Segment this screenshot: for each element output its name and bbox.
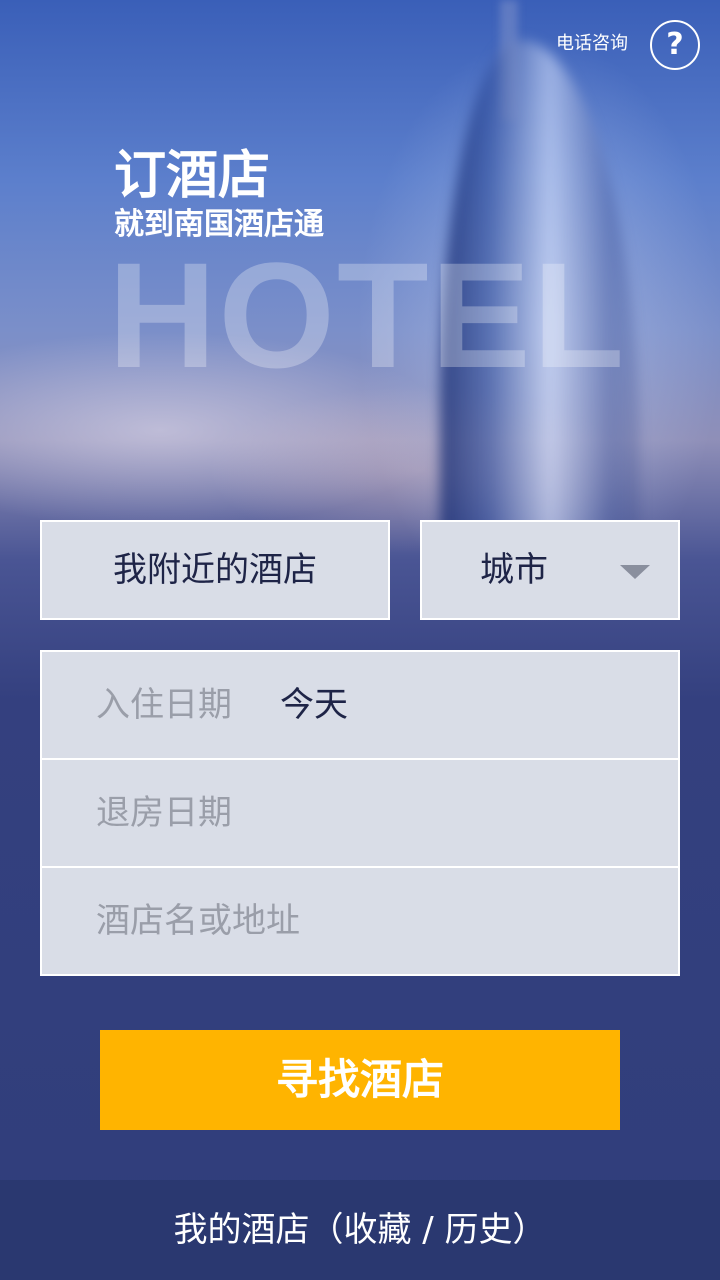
checkin-date-field[interactable]: 入住日期 今天 [42,652,678,760]
hotel-search-input[interactable]: 酒店名或地址 [42,868,678,974]
hotel-search-placeholder: 酒店名或地址 [96,901,300,941]
search-hotels-button[interactable]: 寻找酒店 [100,1030,620,1130]
checkout-label: 退房日期 [96,793,232,833]
hotel-watermark: HOTEL [108,231,627,399]
checkout-date-field[interactable]: 退房日期 [42,760,678,868]
city-select-label: 城市 [480,550,548,590]
slogan-main: 订酒店 [114,146,271,206]
phone-consult-link[interactable]: 电话咨询 [556,30,628,58]
help-icon[interactable]: ? [650,20,700,70]
city-select[interactable]: 城市 [420,520,680,620]
nearby-hotels-button[interactable]: 我附近的酒店 [40,520,390,620]
chevron-down-icon [620,565,650,579]
checkin-value: 今天 [280,685,348,725]
my-hotels-link[interactable]: 我的酒店（收藏 / 历史） [0,1180,720,1280]
booking-form: 入住日期 今天 退房日期 酒店名或地址 [40,650,680,976]
checkin-label: 入住日期 [96,685,232,725]
